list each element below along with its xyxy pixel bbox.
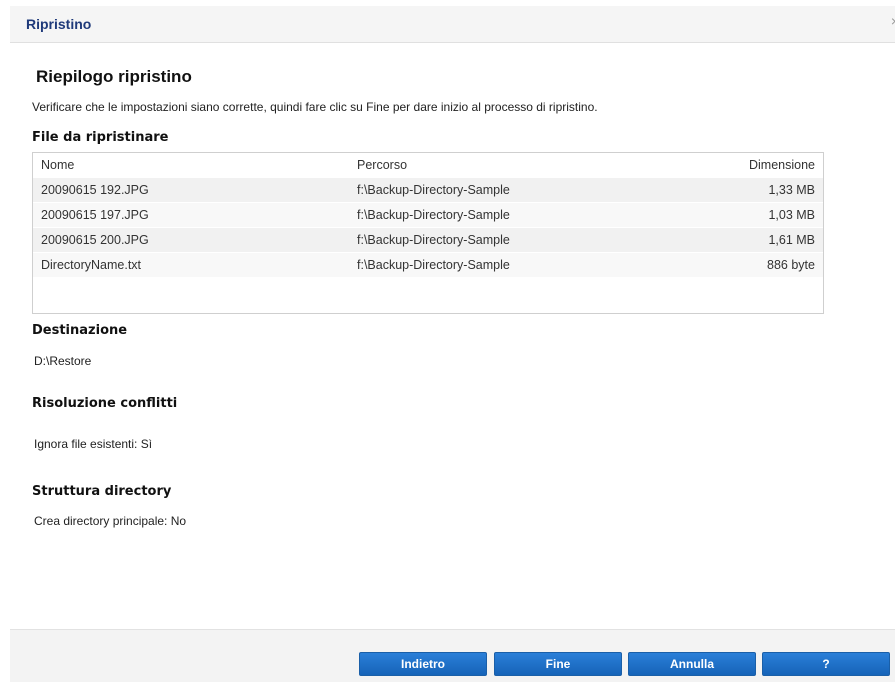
file-name: 20090615 200.JPG [41, 233, 149, 247]
files-section-title: File da ripristinare [32, 130, 169, 145]
close-icon[interactable]: × [891, 13, 895, 29]
file-size: 886 byte [767, 258, 815, 272]
column-header-size[interactable]: Dimensione [749, 158, 815, 172]
table-row[interactable]: 20090615 197.JPG f:\Backup-Directory-Sam… [33, 202, 823, 227]
cancel-button[interactable]: Annulla [628, 652, 756, 676]
directory-section-title: Struttura directory [32, 484, 172, 499]
file-name: 20090615 192.JPG [41, 183, 149, 197]
file-name: 20090615 197.JPG [41, 208, 149, 222]
dialog-titlebar: Ripristino × [10, 6, 895, 43]
table-row[interactable]: 20090615 192.JPG f:\Backup-Directory-Sam… [33, 177, 823, 202]
file-path: f:\Backup-Directory-Sample [357, 233, 510, 247]
help-button[interactable]: ? [762, 652, 890, 676]
files-table: Nome Percorso Dimensione 20090615 192.JP… [32, 152, 824, 314]
directory-value: Crea directory principale: No [34, 514, 187, 528]
file-name: DirectoryName.txt [41, 258, 142, 272]
file-size: 1,33 MB [768, 183, 815, 197]
finish-button[interactable]: Fine [494, 652, 622, 676]
conflicts-section-title: Risoluzione conflitti [32, 396, 178, 411]
file-size: 1,61 MB [768, 233, 815, 247]
table-header: Nome Percorso Dimensione [33, 153, 823, 177]
column-header-path[interactable]: Percorso [357, 158, 407, 172]
column-header-name[interactable]: Nome [41, 158, 74, 172]
page-title: Riepilogo ripristino [36, 67, 192, 86]
destination-section-title: Destinazione [32, 323, 128, 338]
conflicts-value: Ignora file esistenti: Sì [34, 437, 153, 451]
back-button[interactable]: Indietro [359, 652, 487, 676]
destination-value: D:\Restore [34, 354, 92, 368]
file-size: 1,03 MB [768, 208, 815, 222]
dialog-title: Ripristino [26, 16, 92, 32]
file-path: f:\Backup-Directory-Sample [357, 183, 510, 197]
table-row[interactable]: 20090615 200.JPG f:\Backup-Directory-Sam… [33, 227, 823, 252]
file-path: f:\Backup-Directory-Sample [357, 258, 510, 272]
table-row[interactable]: DirectoryName.txt f:\Backup-Directory-Sa… [33, 252, 823, 277]
file-path: f:\Backup-Directory-Sample [357, 208, 510, 222]
intro-text: Verificare che le impostazioni siano cor… [32, 100, 598, 114]
